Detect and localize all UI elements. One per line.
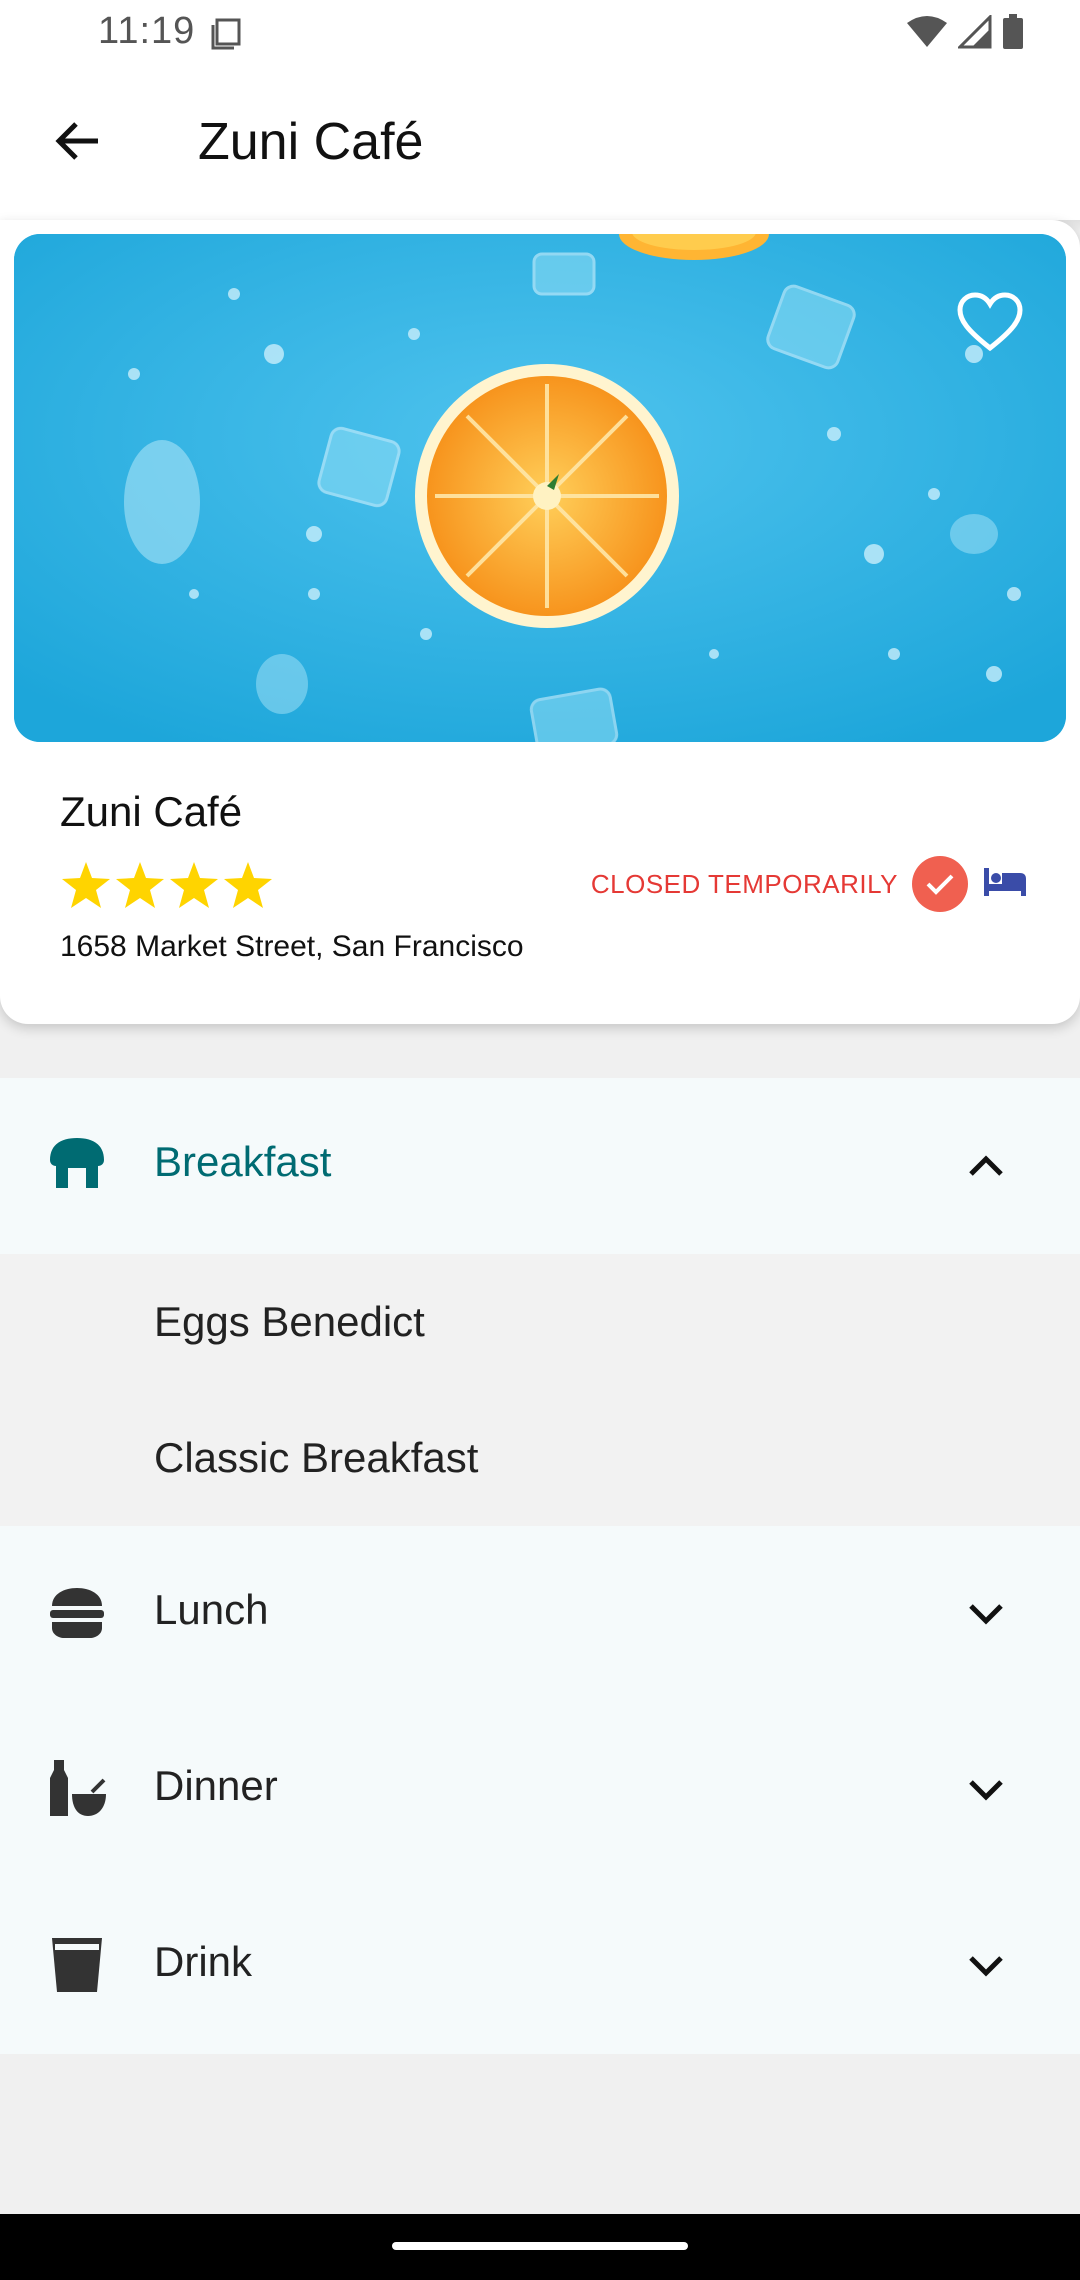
star-icon xyxy=(60,860,112,915)
system-nav-bar xyxy=(0,2214,1080,2280)
breakfast-icon xyxy=(46,1134,108,1196)
star-icon xyxy=(114,860,166,915)
bed-icon xyxy=(982,866,1028,903)
status-badge: CLOSED TEMPORARILY xyxy=(590,868,898,899)
rating-stars xyxy=(60,860,274,915)
restaurant-address: 1658 Market Street, San Francisco xyxy=(60,930,524,963)
category-dinner[interactable]: Dinner xyxy=(0,1702,1080,1878)
chevron-up-icon[interactable] xyxy=(966,1148,1006,1184)
menu-accordion: Breakfast Eggs Benedict Classic Breakfas… xyxy=(0,1078,1080,2054)
chevron-down-icon[interactable] xyxy=(966,1948,1006,1984)
list-item[interactable]: Classic Breakfast xyxy=(0,1390,1080,1526)
back-button[interactable] xyxy=(40,106,114,180)
restaurant-card[interactable]: Zuni Café CLOSED TEMPORARILY 1658 Market… xyxy=(0,220,1080,1024)
breakfast-items: Eggs Benedict Classic Breakfast xyxy=(0,1254,1080,1526)
restaurant-image xyxy=(14,234,1066,742)
status-bar: 11:19 xyxy=(0,0,1080,66)
category-drink[interactable]: Drink xyxy=(0,1878,1080,2054)
check-circle-icon xyxy=(912,856,968,912)
page-title: Zuni Café xyxy=(198,113,424,171)
item-label: Eggs Benedict xyxy=(154,1298,425,1345)
category-label: Breakfast xyxy=(154,1138,332,1185)
list-item[interactable]: Eggs Benedict xyxy=(0,1254,1080,1390)
chevron-down-icon[interactable] xyxy=(966,1596,1006,1632)
category-label: Drink xyxy=(154,1938,253,1985)
favorite-button[interactable] xyxy=(950,286,1030,358)
app-bar: Zuni Café xyxy=(0,66,1080,220)
status-row: CLOSED TEMPORARILY xyxy=(591,856,1028,912)
star-icon xyxy=(168,860,220,915)
item-label: Classic Breakfast xyxy=(154,1434,479,1481)
burger-icon xyxy=(46,1582,108,1644)
battery-icon xyxy=(1002,14,1024,55)
signal-icon xyxy=(956,13,992,54)
status-time: 11:19 xyxy=(98,10,196,52)
glass-icon xyxy=(46,1934,108,1996)
chevron-down-icon[interactable] xyxy=(966,1772,1006,1808)
restaurant-name: Zuni Café xyxy=(60,788,243,835)
category-lunch[interactable]: Lunch xyxy=(0,1526,1080,1702)
category-label: Lunch xyxy=(154,1586,269,1633)
wifi-icon xyxy=(906,15,948,54)
heart-outline-icon xyxy=(957,292,1023,352)
star-icon xyxy=(222,860,274,915)
home-indicator[interactable] xyxy=(392,2242,688,2250)
clipboard-icon xyxy=(208,16,244,57)
arrow-left-icon xyxy=(52,116,102,171)
category-label: Dinner xyxy=(154,1762,278,1809)
category-breakfast[interactable]: Breakfast xyxy=(0,1078,1080,1254)
dinner-icon xyxy=(46,1758,108,1820)
